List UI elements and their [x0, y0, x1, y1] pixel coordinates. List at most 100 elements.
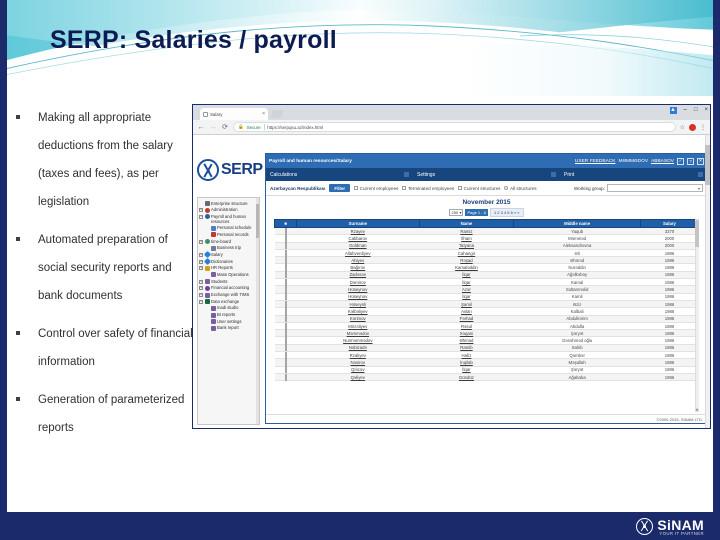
table-row[interactable]: Rzayev Ramiz Yaqub 3370: [274, 227, 699, 236]
cell-name[interactable]: Şamil: [419, 300, 514, 309]
checkbox-icon[interactable]: [284, 242, 287, 250]
sidebar-item-financial-accounting[interactable]: + Financial accounting: [199, 285, 258, 292]
expander-icon[interactable]: −: [199, 299, 203, 304]
expander-icon[interactable]: +: [199, 279, 203, 284]
row-select-cell[interactable]: [274, 366, 297, 374]
cell-name[interactable]: Cahangir: [419, 249, 514, 258]
checkbox-icon[interactable]: [284, 351, 287, 359]
table-row[interactable]: Kəlbəliyev Aslan Kalbali 1986: [274, 307, 699, 316]
page-number-links[interactable]: 1 2 3 4 5 6 » »: [489, 208, 524, 217]
row-select-cell[interactable]: [274, 285, 297, 294]
table-row[interactable]: Hüseynov Azər Soltanməlid 1986: [274, 285, 699, 294]
checkbox-icon[interactable]: [284, 293, 287, 301]
table-row[interactable]: Abiyev Rəşad Əhməd 1986: [274, 256, 699, 265]
close-icon[interactable]: ✕: [697, 157, 704, 165]
checkbox-icon[interactable]: [402, 186, 407, 190]
column-header-name[interactable]: Name: [418, 219, 515, 228]
cell-surname[interactable]: Məmmədov: [296, 329, 420, 338]
checkbox-icon[interactable]: [284, 300, 287, 308]
row-select-cell[interactable]: [274, 278, 297, 287]
close-icon[interactable]: ×: [262, 111, 265, 117]
checkbox-icon[interactable]: [284, 358, 287, 366]
cell-name[interactable]: İlqar: [419, 293, 514, 301]
cell-surname[interactable]: Cabbarov: [296, 234, 420, 243]
grid-icon[interactable]: [551, 172, 556, 177]
row-select-cell[interactable]: [274, 249, 297, 258]
filter-button[interactable]: Filter: [329, 183, 351, 193]
checkbox-icon[interactable]: [284, 227, 287, 235]
table-row[interactable]: Məmmədov Xəqani Şəryət 1986: [274, 329, 699, 338]
cell-surname[interactable]: Hüseynli: [296, 300, 420, 309]
scrollbar-thumb[interactable]: [705, 145, 710, 185]
cell-surname[interactable]: Kəlbəliyev: [296, 307, 420, 316]
row-select-cell[interactable]: [274, 307, 297, 316]
scroll-down-icon[interactable]: ▼: [695, 408, 699, 412]
table-scrollbar[interactable]: ▲ ▼: [695, 219, 699, 412]
column-header-salary[interactable]: Salary: [639, 219, 699, 228]
table-row[interactable]: Nurməmmədov Əhməd Gəsəhməd oğlu 1986: [274, 336, 699, 345]
checkbox-icon[interactable]: [284, 337, 287, 345]
select-all-checkbox-icon[interactable]: ■: [284, 221, 287, 226]
table-row[interactable]: Nəsirov İnqilab Məşallah 1986: [274, 358, 699, 367]
table-row[interactable]: Kərimov Fərhad Abdulkərim 1986: [274, 315, 699, 323]
cell-surname[interactable]: Kərimov: [296, 315, 420, 323]
row-select-cell[interactable]: [274, 329, 297, 338]
radio-icon[interactable]: [504, 186, 509, 190]
cell-name[interactable]: İnqilab: [419, 358, 514, 367]
cell-name[interactable]: Hafiz: [419, 351, 514, 360]
expander-icon[interactable]: [205, 273, 209, 277]
cell-name[interactable]: Ilham: [419, 234, 514, 243]
table-row[interactable]: Qəliyev Gündüz Ağababa 1986: [274, 373, 699, 382]
cell-surname[interactable]: Goldman: [296, 242, 420, 250]
expander-icon[interactable]: [205, 313, 209, 317]
table-row[interactable]: Dəmirov İlqar Kamal 1986: [274, 278, 699, 287]
expander-icon[interactable]: +: [199, 266, 203, 271]
reload-icon[interactable]: ⟳: [221, 123, 229, 131]
checkbox-icon[interactable]: [458, 186, 463, 190]
cell-surname[interactable]: Zadəsəv: [296, 271, 420, 280]
checkbox-icon[interactable]: [284, 329, 287, 337]
sidebar-item-user-settings[interactable]: User settings: [199, 318, 258, 325]
cell-name[interactable]: Gündüz: [419, 373, 514, 382]
cell-surname[interactable]: Abiyev: [296, 256, 420, 265]
sidebar-item-bi-reports[interactable]: BI reports: [199, 312, 258, 319]
row-select-cell[interactable]: [274, 351, 297, 360]
table-row[interactable]: Hüseynli Şamil Əziz 1986: [274, 300, 699, 309]
checkbox-icon[interactable]: [284, 322, 287, 330]
sidebar-scrollbar[interactable]: [256, 198, 259, 424]
working-group-select[interactable]: ▾: [607, 184, 703, 192]
cell-surname[interactable]: Mirzəliyev: [296, 322, 420, 331]
table-row[interactable]: Hüseynov İlqar Kamil 1986: [274, 293, 699, 301]
cell-surname[interactable]: Dəmirov: [296, 278, 420, 287]
help-icon[interactable]: ?: [687, 157, 694, 165]
scrollbar-thumb[interactable]: [695, 221, 699, 247]
cell-name[interactable]: Ramib: [419, 344, 514, 353]
checkbox-icon[interactable]: [284, 264, 287, 272]
cell-surname[interactable]: Hüseynov: [296, 293, 420, 301]
expander-icon[interactable]: [205, 306, 209, 310]
expander-icon[interactable]: +: [199, 259, 203, 264]
cell-name[interactable]: İlqar: [419, 271, 514, 280]
user-feedback-link[interactable]: USER FEEDBACK: [575, 159, 616, 164]
checkbox-current-structures[interactable]: Current structures: [458, 186, 500, 191]
menu-item-print[interactable]: Print: [560, 172, 707, 178]
cell-name[interactable]: İlqar: [419, 278, 514, 287]
page-size-select[interactable]: 250 ▾: [449, 209, 464, 216]
checkbox-terminated-employees[interactable]: Terminated employees: [402, 186, 454, 191]
cell-surname[interactable]: Nəsirov: [296, 358, 420, 367]
cell-surname[interactable]: Rzayev: [296, 227, 420, 236]
expander-icon[interactable]: +: [199, 252, 203, 257]
row-select-cell[interactable]: [274, 315, 297, 323]
sidebar-item-time-board[interactable]: + time-board: [199, 238, 258, 245]
cell-name[interactable]: Aslan: [419, 307, 514, 316]
column-header-middle-name[interactable]: Middle name: [513, 219, 641, 228]
expander-icon[interactable]: +: [199, 293, 203, 298]
forward-icon[interactable]: →: [209, 124, 217, 131]
checkbox-icon[interactable]: [284, 278, 287, 286]
bookmark-star-icon[interactable]: ☆: [680, 124, 685, 131]
expander-icon[interactable]: [205, 246, 209, 250]
expander-icon[interactable]: [205, 320, 209, 324]
sidebar-item-salary[interactable]: + Salary: [199, 251, 258, 259]
checkbox-icon[interactable]: [284, 249, 287, 257]
new-tab-button[interactable]: [271, 110, 283, 118]
